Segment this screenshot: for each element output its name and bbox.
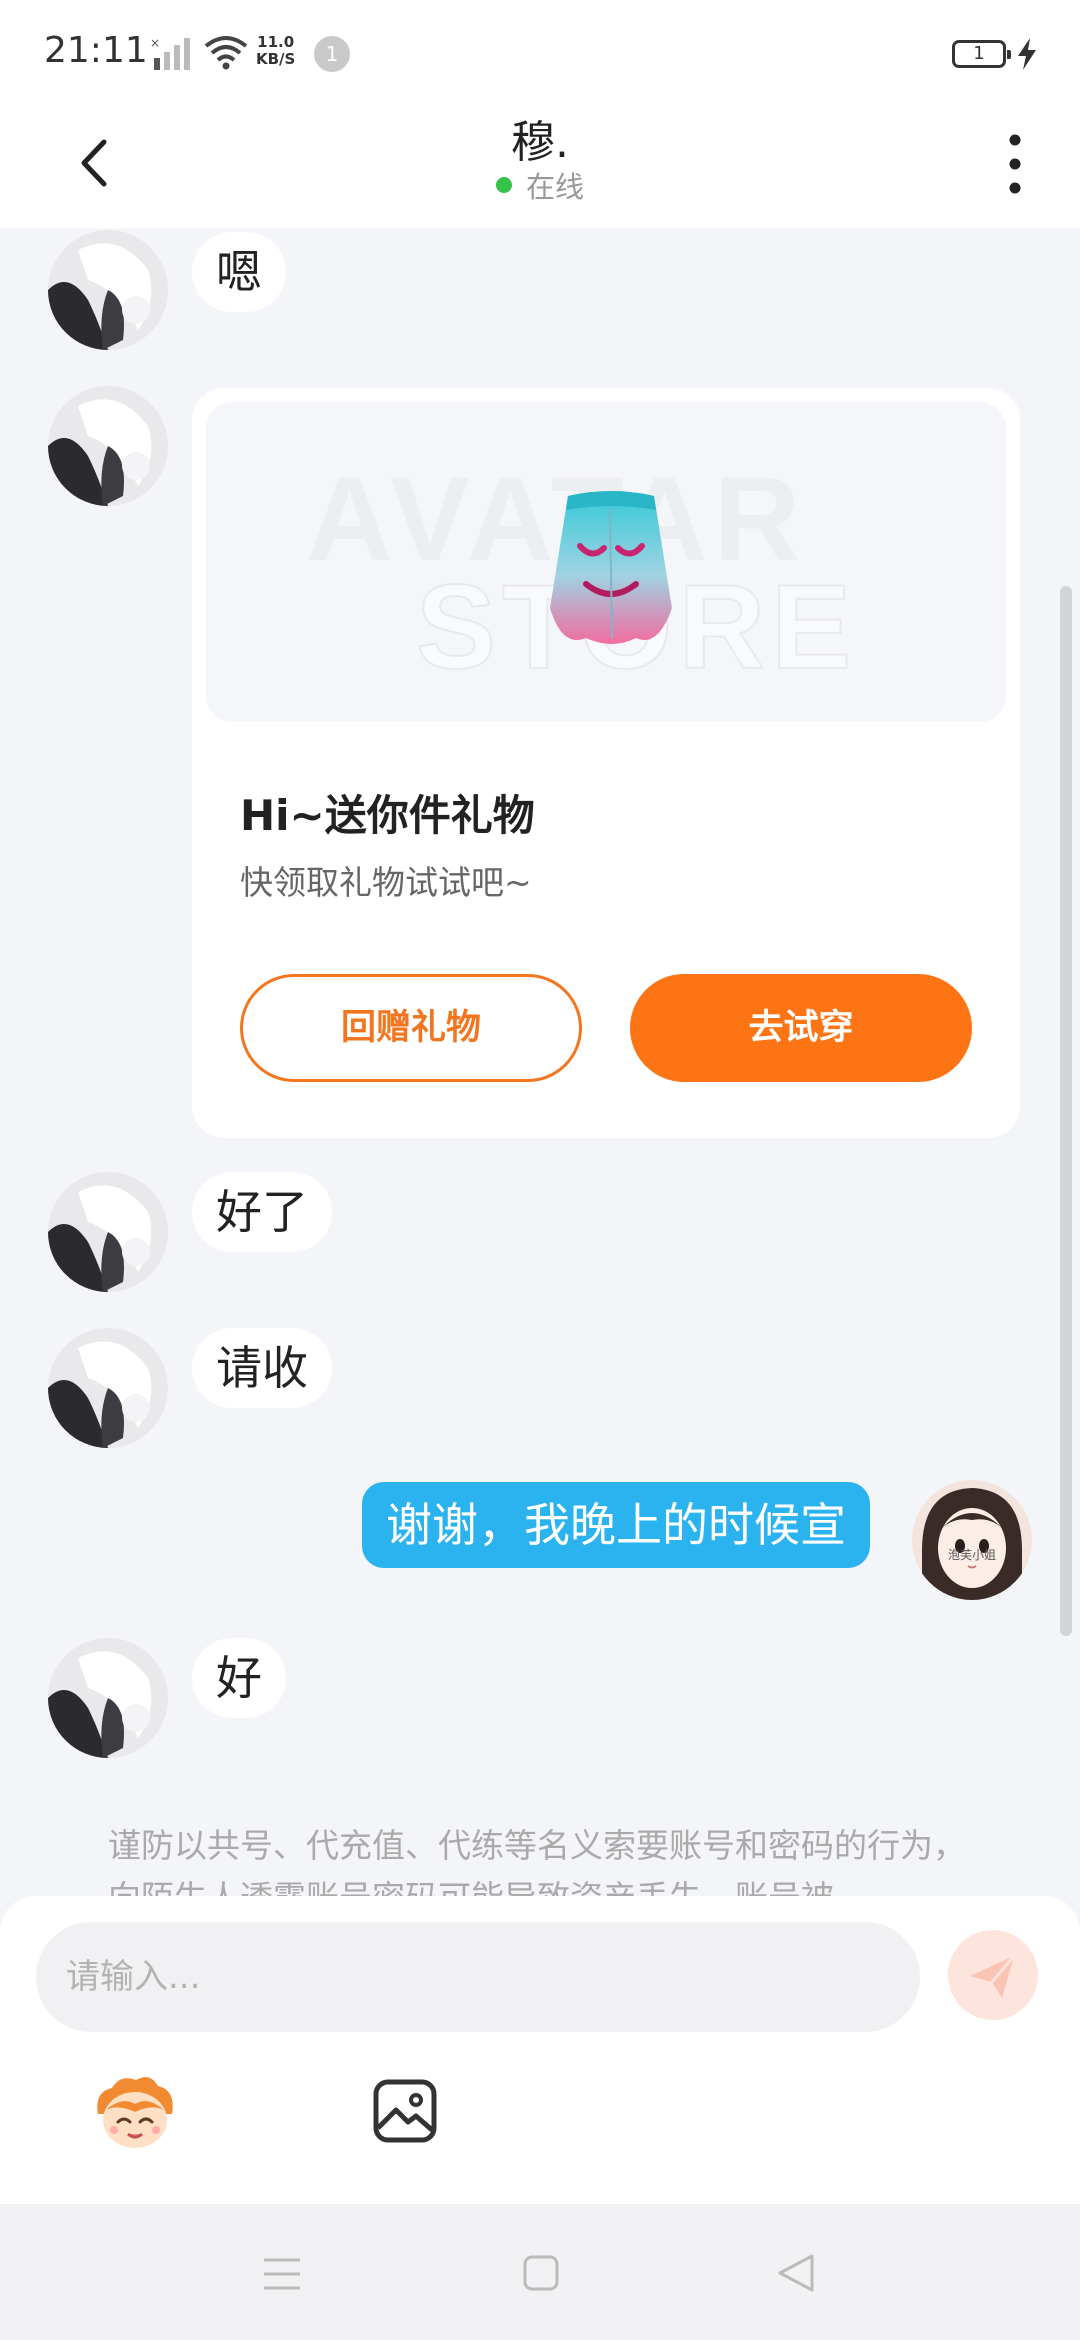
- status-time: 21:11: [44, 30, 148, 71]
- message-input[interactable]: [36, 1922, 920, 2032]
- gift-title: Hi~送你件礼物: [240, 791, 535, 840]
- recent-apps-icon[interactable]: [262, 2256, 302, 2292]
- signal-icon: ×: [150, 36, 190, 70]
- contact-avatar[interactable]: [48, 1172, 168, 1292]
- nav-back-icon[interactable]: [776, 2252, 816, 2294]
- contact-avatar-image: [48, 1638, 168, 1758]
- contact-avatar[interactable]: [48, 230, 168, 350]
- sticker-face-icon[interactable]: [92, 2074, 178, 2152]
- security-notice: 谨防以共号、代充值、代练等名义索要账号和密码的行为，向陌生人透露账号密码可能导致…: [108, 1826, 966, 1898]
- try-on-button[interactable]: 去试穿: [630, 974, 972, 1082]
- gift-preview[interactable]: AVATAR STORE: [206, 402, 1006, 722]
- notification-badge: 1: [314, 36, 350, 72]
- message-list[interactable]: 嗯 AVATAR STORE: [0, 228, 1080, 1898]
- scrollbar[interactable]: [1060, 586, 1072, 1636]
- wifi-icon: [204, 36, 248, 70]
- contact-avatar[interactable]: [48, 1638, 168, 1758]
- system-nav-bar: [0, 2204, 1080, 2340]
- net-speed-unit: KB/S: [256, 50, 296, 68]
- net-speed-value: 11.0: [257, 33, 295, 51]
- net-speed: 11.0 KB/S: [256, 34, 295, 68]
- message-bubble[interactable]: 好: [192, 1638, 286, 1718]
- my-avatar[interactable]: [912, 1480, 1032, 1600]
- message-bubble[interactable]: 好了: [192, 1172, 332, 1252]
- online-status: 在线: [0, 164, 1080, 206]
- image-icon[interactable]: [372, 2078, 438, 2144]
- home-icon[interactable]: [522, 2254, 560, 2292]
- message-bubble[interactable]: 请收: [192, 1328, 332, 1408]
- my-avatar-image: [912, 1480, 1032, 1600]
- input-panel: [0, 1896, 1080, 2204]
- send-button[interactable]: [948, 1930, 1038, 2020]
- svg-text:×: ×: [150, 36, 160, 50]
- my-avatar-caption: 泡芙小姐: [947, 1548, 996, 1562]
- status-bar: 21:11 × 11.0 KB/S 1 1: [0, 0, 1080, 100]
- charging-icon: [1018, 38, 1036, 70]
- gift-skirt-icon: [550, 491, 672, 644]
- online-status-label: 在线: [525, 170, 584, 204]
- contact-name: 穆.: [511, 117, 569, 168]
- contact-avatar-image: [48, 230, 168, 350]
- battery-icon: 1: [952, 40, 1011, 68]
- message-bubble[interactable]: 嗯: [192, 232, 286, 312]
- contact-avatar[interactable]: [48, 386, 168, 506]
- return-gift-button[interactable]: 回赠礼物: [240, 974, 582, 1082]
- my-message-bubble[interactable]: 谢谢，我晚上的时候宣: [362, 1482, 870, 1568]
- contact-avatar-image: [48, 386, 168, 506]
- contact-avatar-image: [48, 1172, 168, 1292]
- contact-avatar[interactable]: [48, 1328, 168, 1448]
- gift-card[interactable]: AVATAR STORE Hi~送你件礼物 快领取礼物试试吧~: [192, 388, 1020, 1138]
- send-icon: [970, 1955, 1016, 1998]
- contact-avatar-image: [48, 1328, 168, 1448]
- gift-subtitle: 快领取礼物试试吧~: [240, 863, 532, 902]
- online-dot-icon: [495, 177, 512, 193]
- more-options-icon[interactable]: [990, 124, 1040, 204]
- chat-header: 穆. 在线: [0, 100, 1080, 228]
